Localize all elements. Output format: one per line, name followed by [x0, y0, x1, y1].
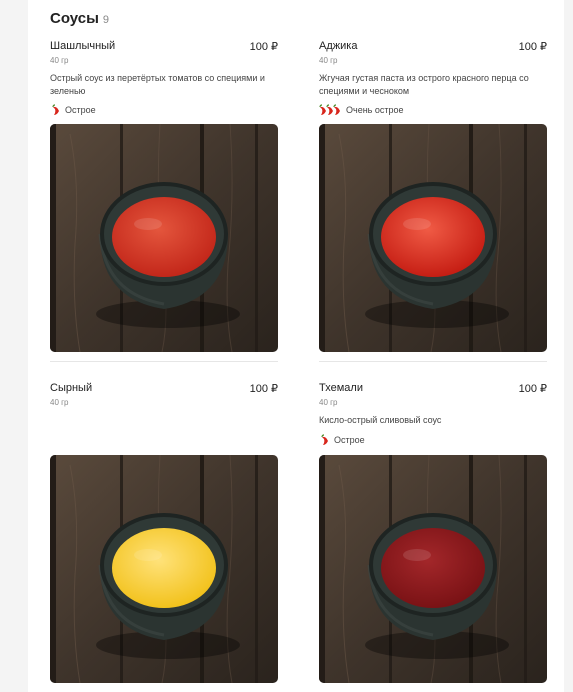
product-description: Жгучая густая паста из острого красного …	[319, 73, 529, 96]
product-weight: 40 гр	[319, 398, 338, 407]
product-price: 100 ₽	[249, 383, 278, 395]
product-name[interactable]: Тхемали	[319, 382, 363, 394]
product-description: Кисло-острый сливовый соус	[319, 415, 442, 425]
spicy-badge: Острое	[50, 104, 96, 116]
section-title-text: Соусы	[50, 10, 99, 27]
spicy-label: Острое	[65, 105, 96, 115]
product-price: 100 ₽	[518, 41, 547, 53]
product-photo[interactable]	[319, 455, 547, 683]
card-divider	[319, 361, 547, 362]
product-photo[interactable]	[50, 124, 278, 352]
chili-pepper-icon	[319, 104, 343, 116]
product-card-adzhika[interactable]: Аджика 100 ₽ 40 гр Жгучая густая паста и…	[319, 40, 547, 362]
section-item-count: 9	[102, 14, 110, 26]
product-name[interactable]: Шашлычный	[50, 40, 115, 52]
product-price: 100 ₽	[249, 41, 278, 53]
section-title: Соусы 9	[50, 10, 109, 27]
chili-pepper-icon	[319, 434, 331, 446]
card-divider	[50, 361, 278, 362]
product-name[interactable]: Аджика	[319, 40, 357, 52]
sauce-bowl-image	[50, 124, 278, 352]
sauces-section: Соусы 9 Шашлычный 100 ₽ 40 гр Острый соус…	[28, 0, 564, 692]
product-weight: 40 гр	[50, 56, 69, 65]
product-card-syrny[interactable]: Сырный 100 ₽ 40 гр	[50, 382, 278, 683]
product-photo[interactable]	[50, 455, 278, 683]
sauce-bowl-image	[50, 455, 278, 683]
spicy-badge: Острое	[319, 434, 365, 446]
product-description: Острый соус из перетёртых томатов со спе…	[50, 73, 265, 96]
sauce-bowl-image	[319, 124, 547, 352]
sauce-bowl-image	[319, 455, 547, 683]
product-name[interactable]: Сырный	[50, 382, 92, 394]
spicy-label: Очень острое	[346, 105, 404, 115]
product-weight: 40 гр	[319, 56, 338, 65]
spicy-badge: Очень острое	[319, 104, 404, 116]
product-photo[interactable]	[319, 124, 547, 352]
spicy-label: Острое	[334, 435, 365, 445]
chili-pepper-icon	[50, 104, 62, 116]
product-price: 100 ₽	[518, 383, 547, 395]
product-card-tkhemali[interactable]: Тхемали 100 ₽ 40 гр Кисло-острый сливовы…	[319, 382, 547, 683]
product-weight: 40 гр	[50, 398, 69, 407]
product-card-shashlychny[interactable]: Шашлычный 100 ₽ 40 гр Острый соус из пер…	[50, 40, 278, 362]
